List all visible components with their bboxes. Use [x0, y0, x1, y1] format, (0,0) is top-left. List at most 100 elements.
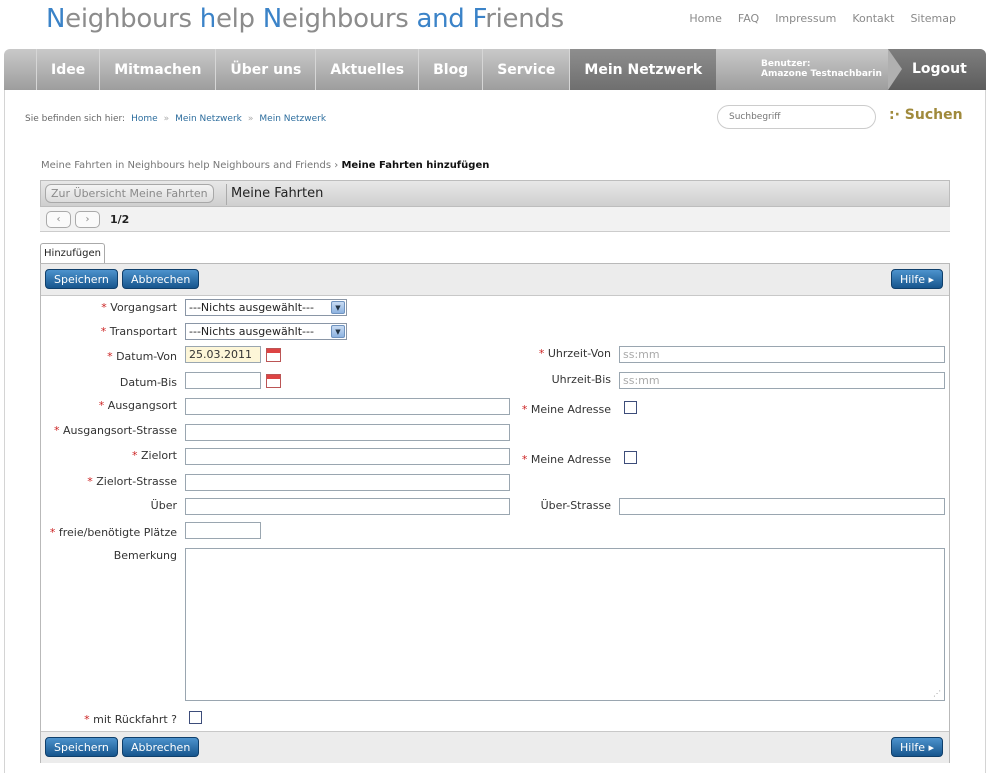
content-sep: › [334, 160, 339, 171]
toplink-faq[interactable]: FAQ [738, 12, 759, 25]
ueber-input[interactable] [185, 498, 510, 515]
help-button-bottom[interactable]: Hilfe ▸ [891, 737, 944, 757]
search-button[interactable]: :· Suchen [889, 107, 963, 123]
user-label: Benutzer: [761, 59, 811, 69]
meine-adresse-1-checkbox[interactable] [624, 401, 637, 414]
label-text: Vorgangsart [110, 301, 177, 314]
vorgangsart-select[interactable]: ---Nichts ausgewählt--- ▼ [185, 299, 347, 316]
label-text: Zielort-Strasse [96, 475, 177, 488]
select-value: ---Nichts ausgewählt--- [189, 325, 314, 338]
ueber-strasse-label: Über-Strasse [540, 499, 611, 512]
uhrzeit-von-input[interactable]: ss:mm [619, 346, 945, 363]
label-text: Uhrzeit-Von [547, 347, 611, 360]
rueckfahrt-checkbox[interactable] [189, 711, 202, 724]
nav-item-ueber-uns[interactable]: Über uns [215, 49, 315, 90]
datum-bis-input[interactable] [185, 372, 261, 389]
prev-page-button[interactable]: ‹ [46, 211, 71, 228]
resize-grip-icon[interactable]: ⋰ [933, 689, 941, 698]
required-mark: * [49, 526, 56, 539]
nav-item-blog[interactable]: Blog [418, 49, 482, 90]
transportart-select[interactable]: ---Nichts ausgewählt--- ▼ [185, 323, 347, 340]
tab-hinzufuegen[interactable]: Hinzufügen [40, 243, 105, 264]
datum-von-label: * Datum-Von [107, 350, 177, 363]
toplink-kontakt[interactable]: Kontakt [852, 12, 894, 25]
site-logo[interactable]: Neighbours help Neighbours and Friends [46, 4, 564, 34]
breadcrumb-mein-netzwerk-2[interactable]: Mein Netzwerk [259, 114, 326, 124]
required-mark: * [132, 449, 138, 462]
plaetze-input[interactable] [185, 522, 261, 539]
search-input[interactable] [717, 105, 876, 129]
logo-text: elp [215, 4, 263, 34]
zielort-input[interactable] [185, 448, 510, 465]
zielort-label: * Zielort [132, 449, 177, 462]
ausgangsort-label: * Ausgangsort [99, 399, 177, 412]
label-text: Ausgangsort [107, 399, 177, 412]
cancel-button-bottom[interactable]: Abbrechen [122, 737, 200, 757]
top-links: Home FAQ Impressum Kontakt Sitemap [689, 12, 956, 25]
required-mark: * [521, 403, 528, 416]
required-mark: * [538, 347, 545, 360]
ueber-strasse-input[interactable] [619, 498, 945, 515]
breadcrumb-mein-netzwerk[interactable]: Mein Netzwerk [175, 114, 242, 124]
required-mark: * [87, 475, 93, 488]
required-mark: * [107, 350, 113, 363]
meine-adresse-2-checkbox[interactable] [624, 451, 637, 464]
content-path[interactable]: Meine Fahrten in Neighbours help Neighbo… [41, 160, 331, 171]
calendar-icon[interactable] [266, 374, 281, 388]
logo-letter: h [199, 4, 216, 34]
breadcrumb-sep-icon: » [247, 114, 254, 124]
breadcrumb-sep-icon: » [163, 114, 170, 124]
required-mark: * [100, 325, 107, 338]
nav-item-mitmachen[interactable]: Mitmachen [99, 49, 215, 90]
breadcrumb: Sie befinden sich hier: Home » Mein Netz… [25, 114, 326, 124]
label-text: Meine Adresse [530, 453, 611, 466]
label-text: Datum-Von [116, 350, 177, 363]
calendar-icon[interactable] [266, 348, 281, 362]
transportart-label: * Transportart [101, 325, 177, 338]
nav-item-service[interactable]: Service [482, 49, 569, 90]
content-current: Meine Fahrten hinzufügen [341, 160, 490, 171]
uhrzeit-bis-input[interactable]: ss:mm [619, 372, 945, 389]
chevron-down-icon: ▼ [331, 301, 345, 314]
nav-item-mein-netzwerk[interactable]: Mein Netzwerk [569, 49, 717, 90]
toplink-impressum[interactable]: Impressum [775, 12, 836, 25]
bemerkung-textarea[interactable]: ⋰ [185, 548, 945, 701]
select-value: ---Nichts ausgewählt--- [189, 301, 314, 314]
breadcrumb-home[interactable]: Home [131, 114, 158, 124]
toplink-home[interactable]: Home [689, 12, 721, 25]
form-panel: Speichern Abbrechen Hilfe ▸ * Vorgangsar… [40, 263, 950, 763]
help-button[interactable]: Hilfe ▸ [891, 269, 944, 289]
zielort-strasse-label: * Zielort-Strasse [87, 475, 177, 488]
vorgangsart-label: * Vorgangsart [101, 301, 177, 314]
save-button[interactable]: Speichern [45, 269, 118, 289]
next-page-button[interactable]: › [75, 211, 100, 228]
ausgangsort-strasse-label: * Ausgangsort-Strasse [54, 424, 177, 437]
form-toolbar-top: Speichern Abbrechen Hilfe ▸ [41, 264, 949, 296]
ausgangsort-strasse-input[interactable] [185, 424, 510, 441]
uhrzeit-von-label: * Uhrzeit-Von [539, 347, 611, 360]
save-button-bottom[interactable]: Speichern [45, 737, 118, 757]
label-text: mit Rückfahrt ? [93, 713, 177, 726]
cancel-button[interactable]: Abbrechen [122, 269, 200, 289]
required-mark: * [521, 453, 528, 466]
ausgangsort-input[interactable] [185, 398, 510, 415]
logo-letter: N [46, 4, 66, 34]
required-mark: * [54, 424, 60, 437]
meine-adresse-2-label: * Meine Adresse [522, 453, 611, 466]
back-to-overview-button[interactable]: Zur Übersicht Meine Fahrten [45, 184, 214, 203]
toplink-sitemap[interactable]: Sitemap [910, 12, 956, 25]
rueckfahrt-label: * mit Rückfahrt ? [84, 713, 177, 726]
logo-letter: F [472, 4, 486, 34]
logo-text: eighbours [65, 4, 200, 34]
datum-von-input[interactable]: 25.03.2011 [185, 346, 261, 363]
zielort-strasse-input[interactable] [185, 474, 510, 491]
logout-button[interactable]: Logout [888, 49, 986, 90]
uhrzeit-bis-label: Uhrzeit-Bis [551, 373, 611, 386]
meine-adresse-1-label: * Meine Adresse [522, 403, 611, 416]
label-text: freie/benötigte Plätze [58, 526, 177, 539]
section-titlebar: Zur Übersicht Meine Fahrten Meine Fahrte… [40, 180, 950, 207]
logo-text: eighbours [281, 4, 417, 34]
nav-item-aktuelles[interactable]: Aktuelles [315, 49, 418, 90]
label-text: Zielort [141, 449, 177, 462]
nav-item-idee[interactable]: Idee [36, 49, 99, 90]
